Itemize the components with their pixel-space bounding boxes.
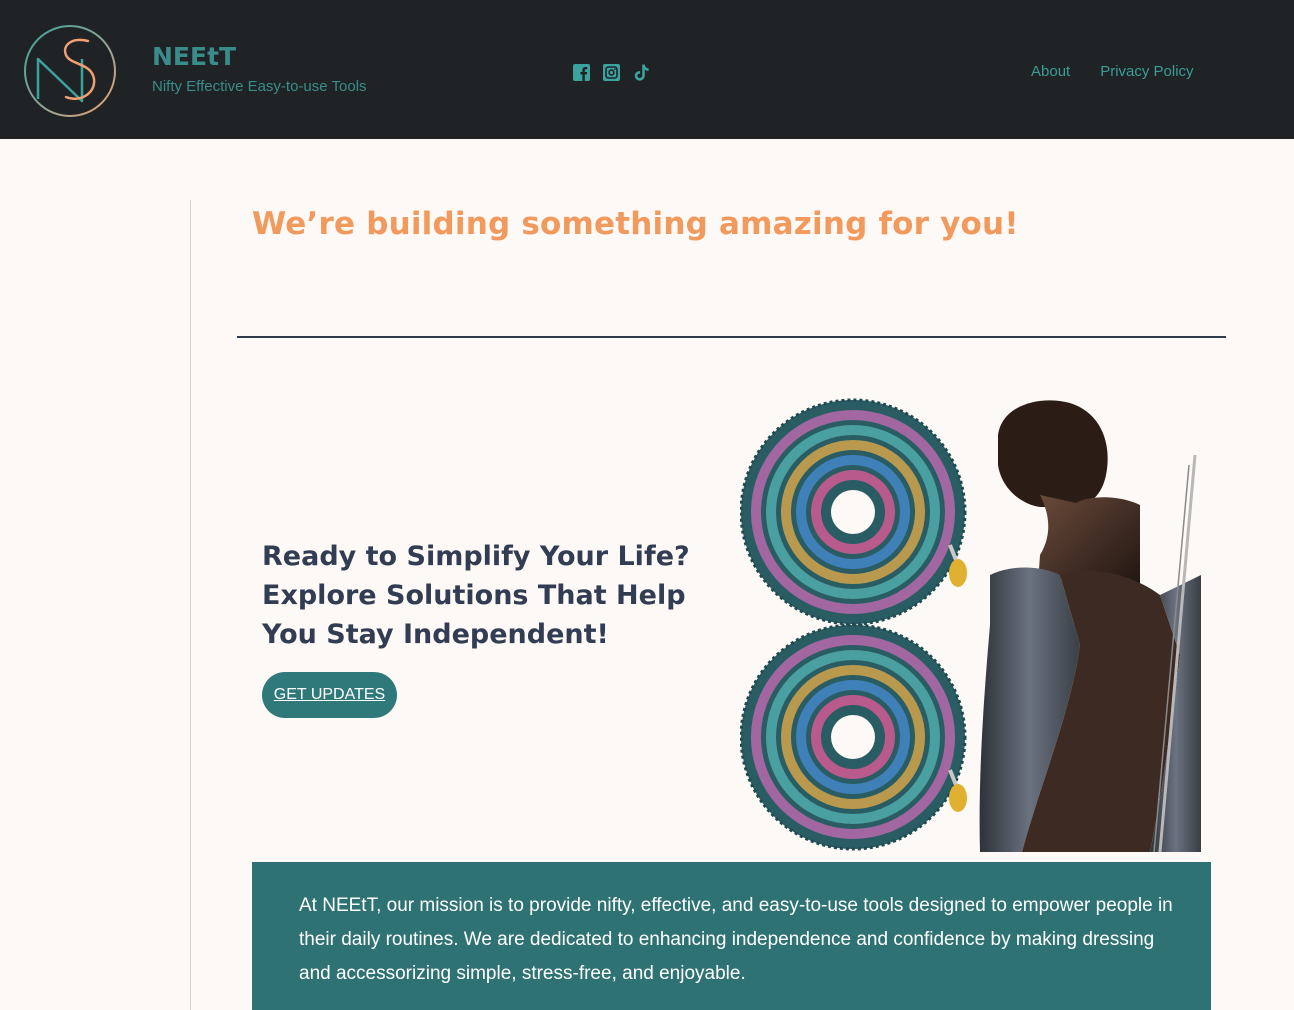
instagram-icon (603, 64, 620, 81)
model-silhouette (979, 400, 1201, 853)
facebook-icon (573, 64, 590, 81)
get-updates-button[interactable]: GET UPDATES (262, 672, 397, 718)
mission-section: At NEEtT, our mission is to provide nift… (252, 862, 1211, 1010)
monogram-logo-icon (24, 25, 116, 117)
main-nav: About Privacy Policy (1031, 63, 1194, 81)
nav-privacy-policy[interactable]: Privacy Policy (1100, 63, 1193, 81)
tiktok-icon (634, 64, 649, 81)
section-divider (237, 336, 1226, 338)
facebook-link[interactable] (572, 63, 591, 82)
mission-text: At NEEtT, our mission is to provide nift… (299, 895, 1173, 984)
brand-tagline: Nifty Effective Easy-to-use Tools (152, 78, 367, 95)
nav-about[interactable]: About (1031, 63, 1070, 81)
tiktok-link[interactable] (632, 63, 651, 82)
instagram-link[interactable] (602, 63, 621, 82)
chain-coil-bottom (739, 623, 967, 851)
site-header: NEEtT Nifty Effective Easy-to-use Tools … (0, 0, 1294, 139)
chain-coil-top (739, 398, 967, 626)
cta-heading: Ready to Simplify Your Life? Explore Sol… (262, 541, 690, 650)
content-left-border (190, 200, 191, 1010)
brand-title[interactable]: NEEtT (152, 44, 236, 69)
hero-title: We’re building something amazing for you… (252, 206, 1019, 242)
product-image (739, 395, 1201, 853)
site-logo[interactable] (22, 23, 118, 119)
social-links (572, 63, 651, 82)
